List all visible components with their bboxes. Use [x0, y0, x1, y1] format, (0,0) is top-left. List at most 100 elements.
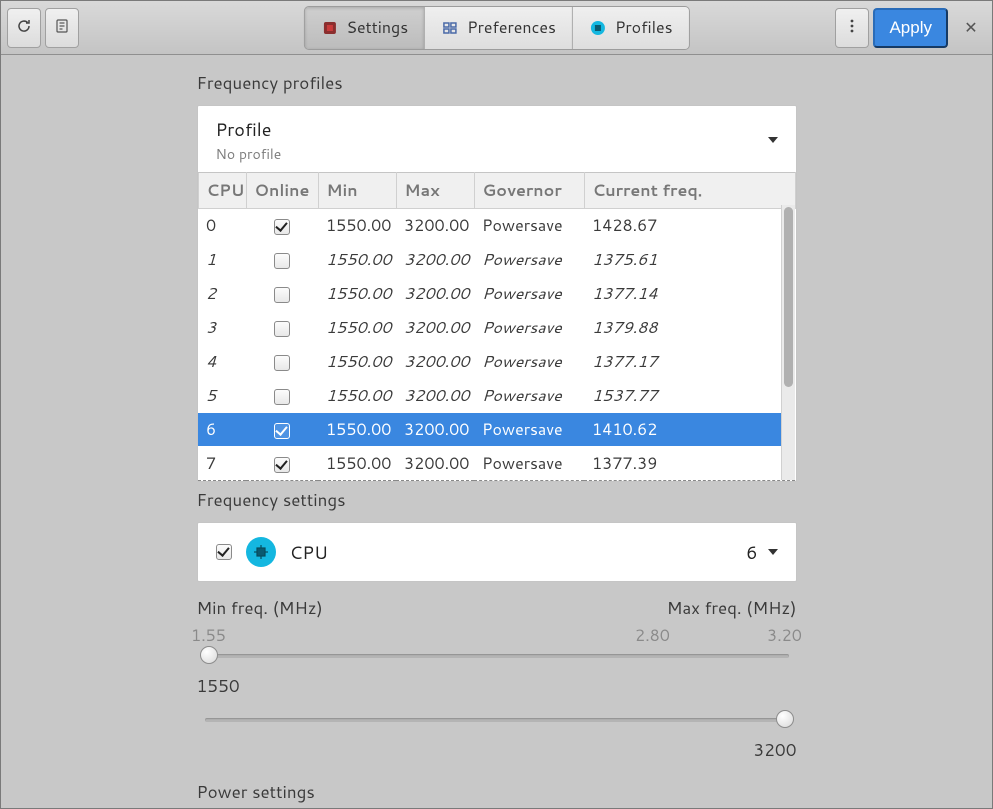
max-freq-label: Max freq. (MHz) [667, 596, 797, 620]
cell-online[interactable] [246, 345, 318, 379]
online-checkbox[interactable] [274, 287, 290, 303]
online-checkbox[interactable] [274, 457, 290, 473]
document-icon [54, 18, 70, 37]
min-freq-handle[interactable] [200, 646, 218, 664]
cell-min: 1550.00 [318, 345, 396, 379]
online-checkbox[interactable] [274, 321, 290, 337]
profile-selector-text: Profile No profile [216, 116, 768, 164]
cell-online[interactable] [246, 209, 318, 243]
cpu-table-header-row: CPU Online Min Max Governor Current freq… [198, 173, 795, 209]
close-button[interactable]: ✕ [956, 13, 986, 43]
profile-selector[interactable]: Profile No profile [198, 106, 796, 172]
max-freq-handle[interactable] [776, 710, 794, 728]
cell-max: 3200.00 [396, 379, 474, 413]
reload-button[interactable] [7, 8, 41, 48]
chevron-down-icon [768, 137, 778, 143]
cell-online[interactable] [246, 311, 318, 345]
tab-settings[interactable]: Settings [304, 7, 425, 49]
cell-governor: Powersave [474, 311, 584, 345]
cell-governor: Powersave [474, 447, 584, 481]
table-row[interactable]: 4 1550.003200.00Powersave1377.17 [198, 345, 795, 379]
menu-button[interactable] [835, 8, 869, 48]
cpu-label: CPU [290, 539, 328, 565]
max-freq-slider[interactable] [197, 708, 797, 732]
table-row[interactable]: 71550.003200.00Powersave1377.39 [198, 447, 795, 481]
headerbar-left [7, 8, 79, 48]
tab-preferences[interactable]: Preferences [425, 7, 573, 49]
cpu-enabled-checkbox[interactable] [216, 544, 232, 560]
cell-cpu: 1 [198, 243, 246, 277]
section-frequency-settings: Frequency settings [197, 488, 797, 512]
col-governor[interactable]: Governor [474, 173, 584, 209]
content: Frequency profiles Profile No profile CP… [197, 71, 797, 808]
table-row[interactable]: 51550.003200.00Powersave1537.77 [198, 379, 795, 413]
section-frequency-profiles: Frequency profiles [197, 71, 797, 95]
table-row[interactable]: 61550.003200.00Powersave1410.62 [198, 413, 795, 447]
tab-profiles[interactable]: Profiles [573, 7, 689, 49]
online-checkbox[interactable] [274, 423, 290, 439]
cpu-picker[interactable]: 6 [746, 539, 777, 565]
cell-current: 1377.17 [584, 345, 795, 379]
table-row[interactable]: 21550.003200.00Powersave1377.14 [198, 277, 795, 311]
max-freq-value: 3200 [197, 738, 797, 762]
cell-cpu: 3 [198, 311, 246, 345]
section-power-settings: Power settings [197, 780, 797, 804]
apply-button[interactable]: Apply [873, 8, 948, 48]
table-scrollbar-thumb[interactable] [784, 207, 793, 387]
online-checkbox[interactable] [274, 389, 290, 405]
cell-cpu: 6 [198, 413, 246, 447]
cell-min: 1550.00 [318, 311, 396, 345]
cell-online[interactable] [246, 447, 318, 481]
cell-cpu: 5 [198, 379, 246, 413]
min-freq-slider[interactable] [197, 644, 797, 668]
cell-current: 1410.62 [584, 413, 795, 447]
col-max[interactable]: Max [396, 173, 474, 209]
cell-max: 3200.00 [396, 413, 474, 447]
online-checkbox[interactable] [274, 253, 290, 269]
body-scroll[interactable]: Frequency profiles Profile No profile CP… [1, 55, 992, 808]
cpu-table-wrap: CPU Online Min Max Governor Current freq… [198, 172, 796, 481]
cell-max: 3200.00 [396, 277, 474, 311]
info-button[interactable] [45, 8, 79, 48]
table-row[interactable]: 01550.003200.00Powersave1428.67 [198, 209, 795, 243]
tab-settings-label: Settings [346, 16, 408, 39]
cell-max: 3200.00 [396, 209, 474, 243]
cell-online[interactable] [246, 379, 318, 413]
cell-max: 3200.00 [396, 345, 474, 379]
headerbar-right: Apply ✕ [835, 8, 986, 48]
cell-current: 1537.77 [584, 379, 795, 413]
cell-cpu: 2 [198, 277, 246, 311]
cell-min: 1550.00 [318, 277, 396, 311]
profile-title: Profile [216, 116, 768, 142]
min-freq-track [205, 654, 789, 658]
table-scrollbar[interactable] [781, 205, 795, 480]
col-min[interactable]: Min [318, 173, 396, 209]
cpu-table: CPU Online Min Max Governor Current freq… [198, 172, 796, 481]
table-row[interactable]: 11550.003200.00Powersave1375.61 [198, 243, 795, 277]
online-checkbox[interactable] [274, 355, 290, 371]
settings-tab-icon [320, 19, 338, 37]
cell-cpu: 7 [198, 447, 246, 481]
cell-min: 1550.00 [318, 243, 396, 277]
col-cpu[interactable]: CPU [198, 173, 246, 209]
tabbar: Settings Preferences Profiles [303, 6, 689, 50]
cell-current: 1375.61 [584, 243, 795, 277]
cell-governor: Powersave [474, 345, 584, 379]
preferences-tab-icon [441, 19, 459, 37]
col-online[interactable]: Online [246, 173, 318, 209]
min-freq-label: Min freq. (MHz) [197, 596, 323, 620]
cell-current: 1377.14 [584, 277, 795, 311]
table-row[interactable]: 31550.003200.00Powersave1379.88 [198, 311, 795, 345]
cell-max: 3200.00 [396, 447, 474, 481]
cell-governor: Powersave [474, 413, 584, 447]
cpu-picker-value: 6 [746, 539, 757, 565]
online-checkbox[interactable] [274, 219, 290, 235]
cell-cpu: 0 [198, 209, 246, 243]
cell-cpu: 4 [198, 345, 246, 379]
cell-online[interactable] [246, 413, 318, 447]
cell-max: 3200.00 [396, 311, 474, 345]
cell-online[interactable] [246, 277, 318, 311]
kebab-icon [844, 18, 860, 37]
col-current[interactable]: Current freq. [584, 173, 795, 209]
cell-online[interactable] [246, 243, 318, 277]
